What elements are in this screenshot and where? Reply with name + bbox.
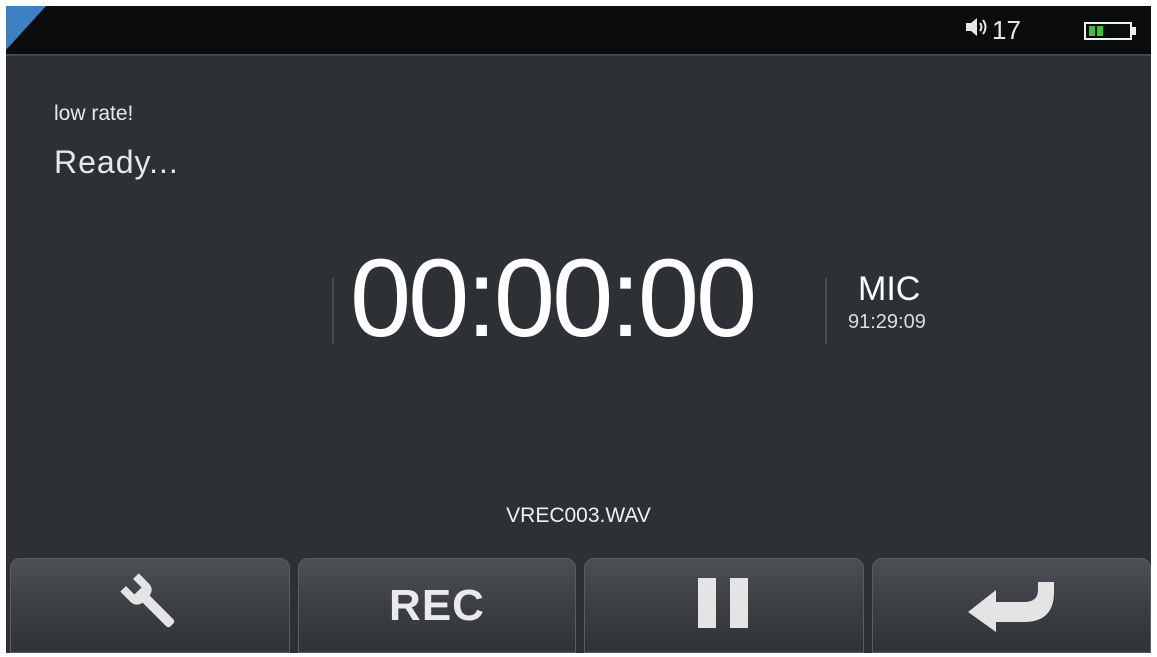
recorder-screen: 17 low rate! Ready... 00:00:00 MIC 91:29… <box>6 6 1151 653</box>
timer-divider-right <box>825 278 827 344</box>
status-message: low rate! <box>54 102 134 125</box>
record-label: REC <box>389 580 485 630</box>
wrench-icon <box>115 568 185 643</box>
return-arrow-icon <box>966 572 1058 639</box>
volume-indicator[interactable]: 17 <box>964 15 1021 45</box>
battery-icon <box>1084 22 1140 45</box>
bottom-toolbar: REC <box>6 558 1151 653</box>
recording-filename: VREC003.WAV <box>506 504 651 527</box>
input-source: MIC <box>858 270 921 308</box>
record-button[interactable]: REC <box>298 558 576 653</box>
pause-button[interactable] <box>584 558 864 653</box>
timer-divider-left <box>332 278 334 344</box>
recorder-status: Ready... <box>54 144 179 180</box>
speaker-icon <box>964 15 992 46</box>
back-button[interactable] <box>872 558 1151 653</box>
status-bar: 17 <box>6 6 1151 56</box>
pause-icon <box>692 574 756 637</box>
settings-button[interactable] <box>10 558 290 653</box>
corner-indicator <box>6 6 46 50</box>
remaining-time: 91:29:09 <box>848 311 926 333</box>
elapsed-timer: 00:00:00 <box>350 237 757 360</box>
volume-level: 17 <box>992 14 1021 45</box>
